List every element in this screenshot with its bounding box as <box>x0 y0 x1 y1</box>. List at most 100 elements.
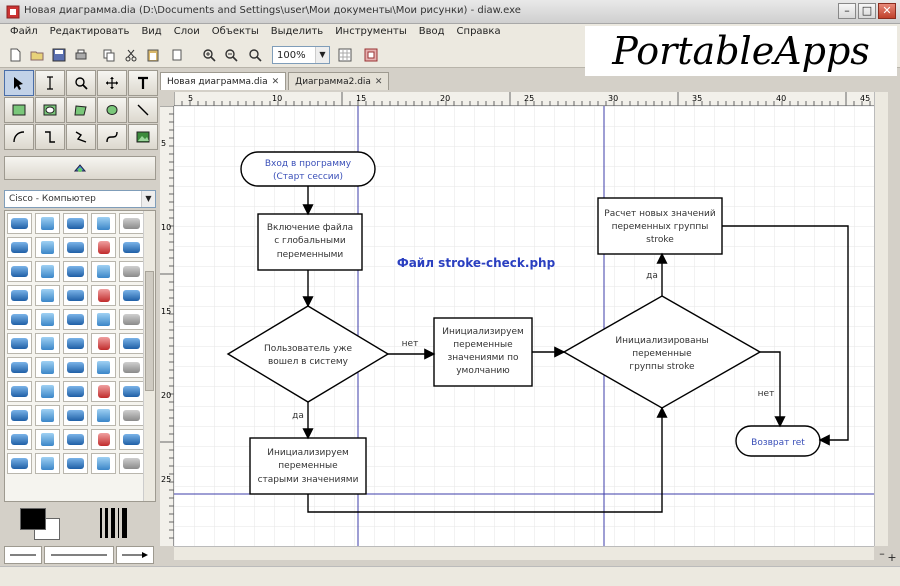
tab-diagram2[interactable]: Диаграмма2.dia ✕ <box>288 72 390 90</box>
cisco-shape-icon[interactable] <box>35 213 60 234</box>
zigzag-tool-icon[interactable] <box>35 124 65 150</box>
cisco-shape-icon[interactable] <box>63 261 88 282</box>
cisco-shape-icon[interactable] <box>35 285 60 306</box>
horizontal-scrollbar[interactable] <box>174 546 874 560</box>
cisco-shape-icon[interactable] <box>35 381 60 402</box>
zoom-fit-icon[interactable] <box>246 46 264 64</box>
outline-tool-icon[interactable] <box>4 156 156 180</box>
end-arrow-select[interactable] <box>116 546 154 564</box>
close-tab-icon[interactable]: ✕ <box>272 77 280 87</box>
menu-objects[interactable]: Объекты <box>206 24 265 42</box>
menu-layers[interactable]: Слои <box>168 24 206 42</box>
save-icon[interactable] <box>50 46 68 64</box>
open-file-icon[interactable] <box>28 46 46 64</box>
cisco-shape-icon[interactable] <box>119 429 144 450</box>
cisco-shape-icon[interactable] <box>119 261 144 282</box>
line-tool-icon[interactable] <box>128 97 158 123</box>
tab-new-diagram[interactable]: Новая диаграмма.dia ✕ <box>160 72 287 90</box>
cisco-shape-icon[interactable] <box>119 309 144 330</box>
cisco-shape-icon[interactable] <box>35 429 60 450</box>
copy-icon[interactable] <box>100 46 118 64</box>
move-tool-icon[interactable] <box>97 70 127 96</box>
new-file-icon[interactable] <box>6 46 24 64</box>
cisco-shape-icon[interactable] <box>63 333 88 354</box>
close-tab-icon[interactable]: ✕ <box>375 77 383 87</box>
cisco-shape-icon[interactable] <box>91 261 116 282</box>
text-tool-icon[interactable] <box>128 70 158 96</box>
cisco-shape-icon[interactable] <box>119 453 144 474</box>
palette-scroll-thumb[interactable] <box>145 271 154 391</box>
snap-grid-icon[interactable] <box>336 46 354 64</box>
cisco-shape-icon[interactable] <box>7 405 32 426</box>
foreground-color-swatch[interactable] <box>20 508 46 530</box>
paste-icon[interactable] <box>144 46 162 64</box>
cisco-shape-icon[interactable] <box>35 237 60 258</box>
cisco-shape-icon[interactable] <box>91 309 116 330</box>
cisco-shape-icon[interactable] <box>35 357 60 378</box>
chevron-down-icon[interactable]: ▼ <box>141 191 155 207</box>
cisco-shape-icon[interactable] <box>119 285 144 306</box>
magnify-tool-icon[interactable] <box>66 70 96 96</box>
cisco-shape-icon[interactable] <box>7 381 32 402</box>
minimize-button[interactable]: – <box>838 3 856 19</box>
menu-tools[interactable]: Инструменты <box>329 24 413 42</box>
zoom-in-icon[interactable] <box>200 46 218 64</box>
sheet-select[interactable]: Cisco - Компьютер ▼ <box>4 190 156 208</box>
menu-edit[interactable]: Редактировать <box>44 24 136 42</box>
cisco-shape-icon[interactable] <box>63 453 88 474</box>
menu-file[interactable]: Файл <box>4 24 44 42</box>
vertical-scrollbar[interactable] <box>874 92 888 546</box>
cisco-shape-icon[interactable] <box>35 453 60 474</box>
cisco-shape-icon[interactable] <box>119 357 144 378</box>
toggle-objects-icon[interactable] <box>362 46 380 64</box>
close-button[interactable]: ✕ <box>878 3 896 19</box>
bezier-tool-icon[interactable] <box>97 124 127 150</box>
cisco-shape-icon[interactable] <box>91 237 116 258</box>
cisco-shape-icon[interactable] <box>63 237 88 258</box>
line-width-selector[interactable] <box>100 508 136 538</box>
cisco-shape-icon[interactable] <box>91 285 116 306</box>
cisco-shape-icon[interactable] <box>91 405 116 426</box>
text-cursor-tool-icon[interactable] <box>35 70 65 96</box>
ellipse-tool-icon[interactable] <box>35 97 65 123</box>
diagram-canvas[interactable]: Вход в программу (Старт сессии) Включени… <box>174 106 874 546</box>
cisco-shape-icon[interactable] <box>63 213 88 234</box>
cisco-shape-icon[interactable] <box>91 333 116 354</box>
cisco-shape-icon[interactable] <box>35 333 60 354</box>
zoom-plus-icon[interactable]: + <box>886 552 898 564</box>
cisco-shape-icon[interactable] <box>35 405 60 426</box>
cisco-shape-icon[interactable] <box>35 261 60 282</box>
cisco-shape-icon[interactable] <box>7 429 32 450</box>
zoom-select[interactable]: 100% ▼ <box>272 46 330 64</box>
maximize-button[interactable]: □ <box>858 3 876 19</box>
start-arrow-select[interactable] <box>4 546 42 564</box>
menu-help[interactable]: Справка <box>451 24 507 42</box>
cisco-shape-icon[interactable] <box>119 333 144 354</box>
menu-view[interactable]: Вид <box>135 24 167 42</box>
cisco-shape-icon[interactable] <box>119 405 144 426</box>
beziergon-tool-icon[interactable] <box>97 97 127 123</box>
cisco-shape-icon[interactable] <box>7 237 32 258</box>
cisco-shape-icon[interactable] <box>7 357 32 378</box>
cisco-shape-icon[interactable] <box>63 405 88 426</box>
menu-input[interactable]: Ввод <box>413 24 451 42</box>
polyline-tool-icon[interactable] <box>66 124 96 150</box>
cisco-shape-icon[interactable] <box>63 309 88 330</box>
cisco-shape-icon[interactable] <box>91 381 116 402</box>
polygon-tool-icon[interactable] <box>66 97 96 123</box>
line-style-select[interactable] <box>44 546 114 564</box>
cisco-shape-icon[interactable] <box>7 261 32 282</box>
menu-select[interactable]: Выделить <box>265 24 329 42</box>
cisco-shape-icon[interactable] <box>7 333 32 354</box>
cisco-shape-icon[interactable] <box>35 309 60 330</box>
cisco-shape-icon[interactable] <box>7 453 32 474</box>
cisco-shape-icon[interactable] <box>119 381 144 402</box>
image-tool-icon[interactable] <box>128 124 158 150</box>
cisco-shape-icon[interactable] <box>63 285 88 306</box>
cisco-shape-icon[interactable] <box>91 429 116 450</box>
zoom-out-icon[interactable] <box>222 46 240 64</box>
arc-tool-icon[interactable] <box>4 124 34 150</box>
cisco-shape-icon[interactable] <box>7 285 32 306</box>
pointer-tool-icon[interactable] <box>4 70 34 96</box>
cisco-shape-icon[interactable] <box>91 453 116 474</box>
